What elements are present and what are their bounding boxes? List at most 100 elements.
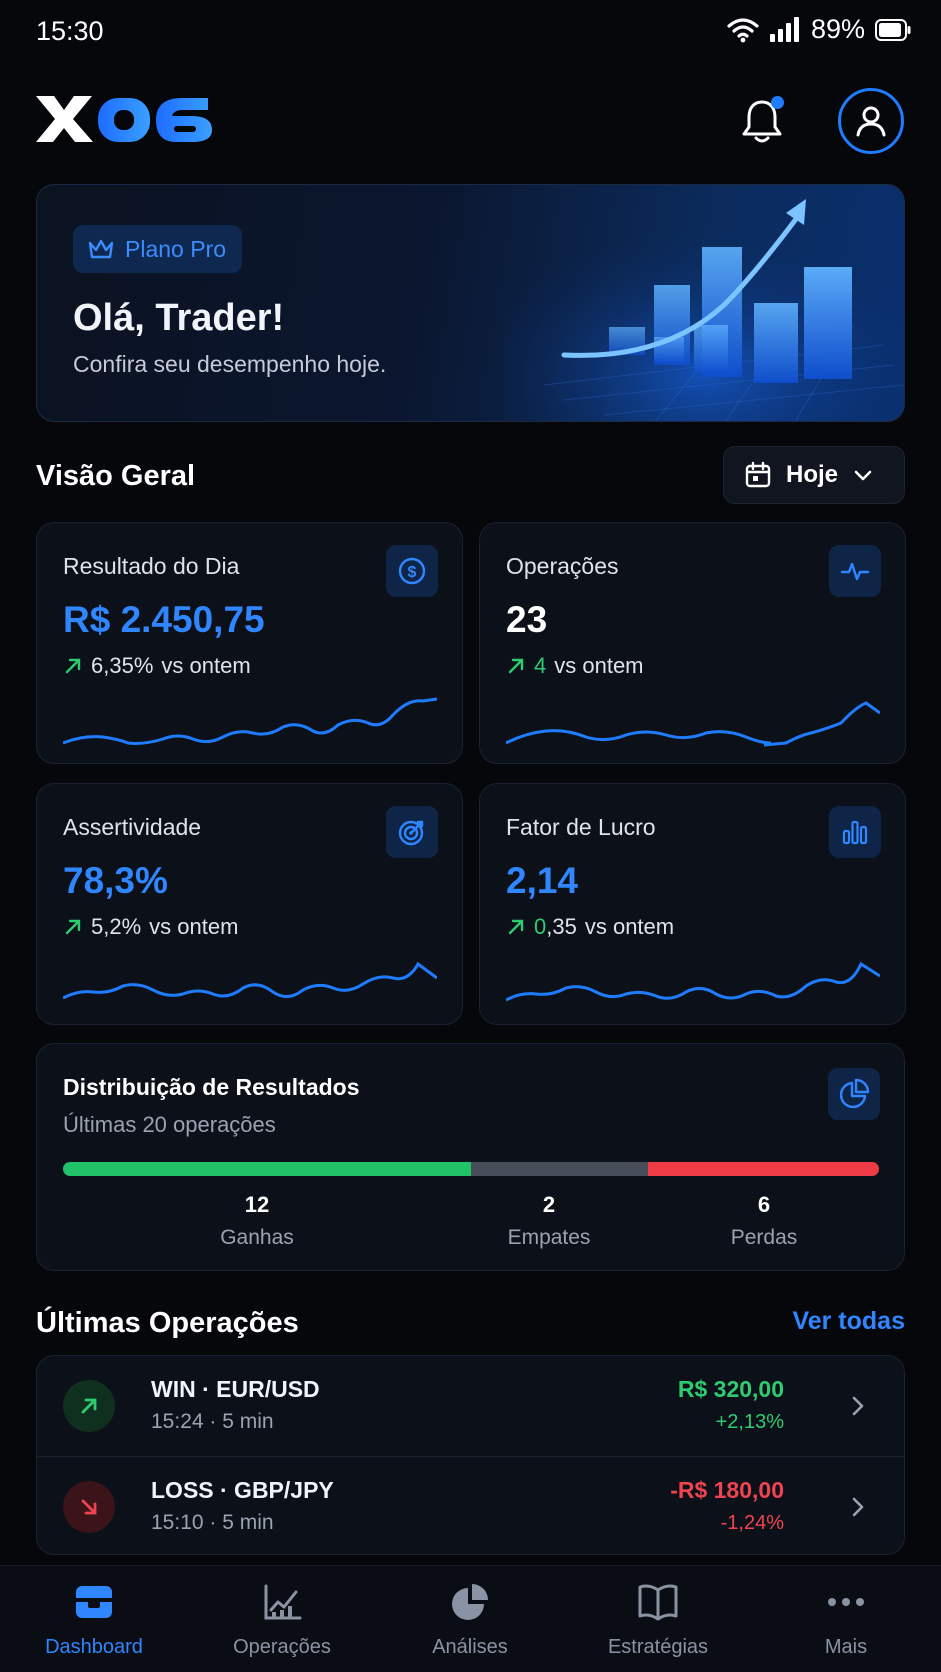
battery-icon (875, 18, 911, 41)
signal-icon (769, 16, 799, 42)
operation-amount: R$ 320,00 (677, 1376, 784, 1402)
ties-segment (471, 1162, 649, 1176)
arrow-up-right-icon (81, 1398, 97, 1414)
trend-up-icon (508, 919, 524, 935)
nav-dashboard[interactable]: Dashboard (14, 1580, 174, 1659)
calendar-icon (745, 461, 771, 488)
card-value: 2,14 (506, 860, 579, 901)
win-badge (63, 1380, 115, 1432)
card-label: Resultado do Dia (63, 553, 240, 579)
losses-segment (648, 1162, 879, 1176)
delta-value: 6,35% (91, 653, 154, 678)
operation-row[interactable]: WIN · EUR/USD 15:24 · 5 min R$ 320,00 +2… (37, 1356, 904, 1456)
operation-amount: -R$ 180,00 (670, 1477, 784, 1503)
wins-stat: 12 Ganhas (177, 1192, 337, 1250)
battery-percent: 89% (810, 14, 865, 44)
wins-segment (63, 1162, 471, 1176)
user-icon (856, 106, 886, 137)
sparkline (506, 961, 880, 1002)
card-operations[interactable]: Operações 23 4 vs ontem (479, 522, 906, 764)
operation-percent: -1,24% (720, 1512, 784, 1534)
sparkline (63, 961, 437, 1000)
notifications-button[interactable] (732, 92, 792, 152)
svg-text:$: $ (408, 564, 417, 581)
plan-label: Plano Pro (125, 235, 227, 262)
pie-chart-icon (452, 1584, 488, 1620)
app-logo (36, 96, 212, 142)
see-all-link[interactable]: Ver todas (792, 1307, 905, 1336)
trend-up-icon (508, 658, 524, 674)
operation-title: LOSS · GBP/JPY (151, 1477, 334, 1503)
app-header (36, 88, 905, 158)
wins-count: 12 (244, 1192, 270, 1217)
nav-more[interactable]: Mais (766, 1580, 926, 1659)
profile-button[interactable] (838, 88, 904, 154)
card-value: 23 (506, 599, 548, 640)
wifi-icon (727, 17, 759, 42)
more-dots-icon (828, 1598, 864, 1606)
delta-value-int: 0 (534, 914, 547, 939)
growth-chart-illustration (504, 185, 904, 421)
period-selector[interactable]: Hoje (723, 446, 905, 504)
ties-count: 2 (542, 1192, 556, 1217)
card-label: Assertividade (63, 814, 202, 840)
plan-badge[interactable]: Plano Pro (73, 225, 243, 273)
delta-suffix: vs ontem (584, 914, 675, 939)
nav-label: Análises (432, 1636, 508, 1658)
card-delta: 0,35 vs ontem (506, 914, 674, 940)
status-time: 15:30 (36, 16, 104, 46)
hero-banner: Plano Pro Olá, Trader! Confira seu desem… (36, 184, 905, 422)
operations-list: WIN · EUR/USD 15:24 · 5 min R$ 320,00 +2… (36, 1355, 905, 1555)
nav-label: Estratégias (607, 1636, 709, 1658)
losses-stat: 6 Perdas (684, 1192, 844, 1250)
delta-suffix: vs ontem (554, 653, 644, 678)
delta-suffix: vs ontem (161, 653, 251, 678)
card-value: 78,3% (63, 860, 168, 901)
sparkline (506, 701, 880, 747)
chevron-right-icon (852, 1396, 864, 1416)
activity-icon (829, 545, 881, 597)
nav-label: Mais (824, 1636, 868, 1658)
greeting-title: Olá, Trader! (73, 297, 285, 339)
delta-value: 4 (534, 653, 547, 678)
dollar-circle-icon: $ (386, 545, 438, 597)
wins-label: Ganhas (220, 1226, 294, 1249)
sparkline (63, 697, 437, 745)
distribution-bar (63, 1162, 879, 1176)
pie-chart-icon (828, 1068, 880, 1120)
card-label: Fator de Lucro (506, 814, 656, 840)
latest-operations-title: Últimas Operações (36, 1307, 299, 1339)
operation-percent: +2,13% (715, 1411, 784, 1433)
card-accuracy[interactable]: Assertividade 78,3% 5,2% vs ontem (36, 783, 463, 1025)
card-delta: 5,2% vs ontem (63, 914, 238, 940)
card-daily-result[interactable]: Resultado do Dia $ R$ 2.450,75 6,35% vs … (36, 522, 463, 764)
delta-value: 5,2% (91, 914, 142, 939)
distribution-subtitle: Últimas 20 operações (63, 1112, 276, 1137)
losses-count: 6 (757, 1192, 771, 1217)
crown-icon (88, 239, 114, 259)
results-distribution-card[interactable]: Distribuição de Resultados Últimas 20 op… (36, 1043, 905, 1271)
card-delta: 6,35% vs ontem (63, 653, 251, 679)
card-value: R$ 2.450,75 (63, 599, 265, 640)
nav-operations[interactable]: Operações (202, 1580, 362, 1659)
nav-label: Dashboard (45, 1636, 143, 1658)
operation-row[interactable]: LOSS · GBP/JPY 15:10 · 5 min -R$ 180,00 … (37, 1456, 904, 1554)
dashboard-icon (76, 1586, 112, 1618)
chevron-right-icon (852, 1497, 864, 1517)
loss-badge (63, 1481, 115, 1533)
greeting-subtitle: Confira seu desempenho hoje. (73, 351, 387, 377)
bar-chart-icon (829, 806, 881, 858)
delta-value-dec: ,35 (546, 914, 577, 939)
operation-meta: 15:24 · 5 min (151, 1410, 274, 1433)
operation-meta: 15:10 · 5 min (151, 1511, 274, 1534)
status-indicators: 89% (727, 14, 911, 45)
card-profit-factor[interactable]: Fator de Lucro 2,14 0,35 vs ontem (479, 783, 906, 1025)
nav-label: Operações (233, 1636, 331, 1658)
arrow-down-right-icon (81, 1499, 97, 1515)
nav-analyses[interactable]: Análises (390, 1580, 550, 1659)
book-icon (638, 1584, 678, 1621)
nav-strategies[interactable]: Estratégias (578, 1580, 738, 1659)
distribution-title: Distribuição de Resultados (63, 1074, 360, 1100)
line-chart-icon (264, 1584, 302, 1620)
losses-label: Perdas (730, 1226, 798, 1249)
